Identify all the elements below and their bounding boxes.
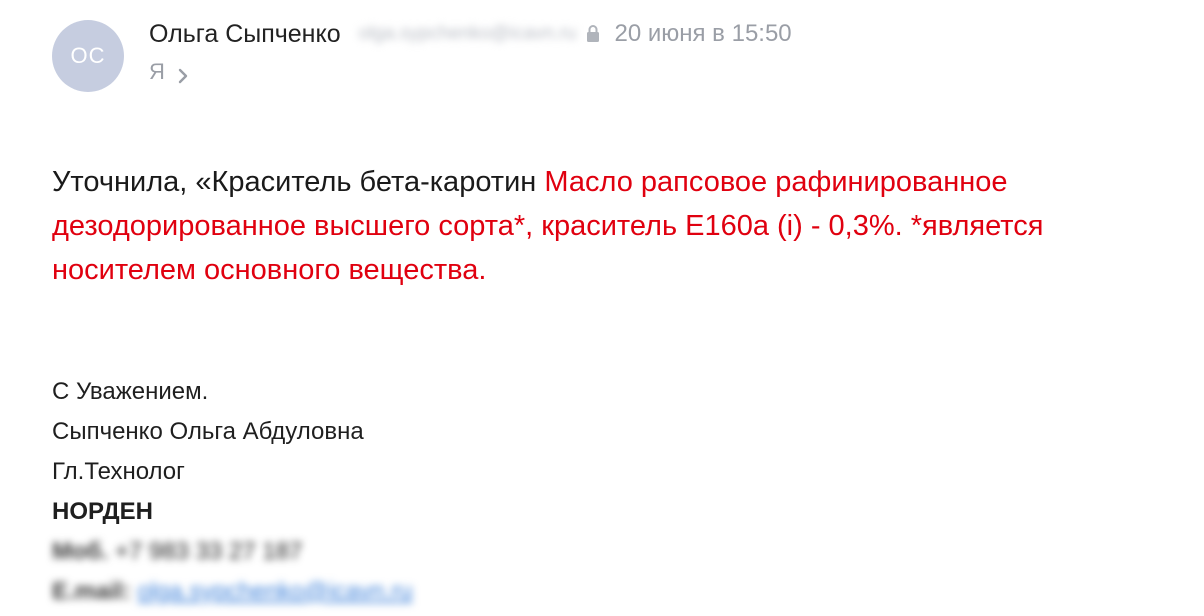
avatar[interactable]: ОС [52, 20, 124, 92]
signature-mobile-value[interactable]: +7 983 33 27 187 [115, 538, 303, 565]
lock-icon [586, 23, 600, 45]
sender-email[interactable]: olga.sypchenko@icavn.ru [359, 23, 577, 45]
signature-mobile: Моб. +7 983 33 27 187 [52, 532, 413, 572]
signature: С Уважением. Сыпченко Ольга Абдуловна Гл… [52, 372, 413, 612]
sender-name[interactable]: Ольга Сыпченко [149, 20, 341, 49]
chevron-right-icon [177, 64, 189, 84]
signature-mobile-label: Моб. [52, 538, 109, 565]
message-date: 20 июня в 15:50 [614, 20, 792, 47]
signature-position: Гл.Технолог [52, 458, 185, 485]
signature-email-label: E.mail: [52, 578, 131, 605]
message-body: Уточнила, «Краситель бета-каротин Масло … [52, 160, 1172, 292]
message-intro: Уточнила, «Краситель бета-каротин [52, 166, 545, 198]
signature-company: НОРДЕН [52, 498, 153, 525]
signature-email: E.mail: olga.sypchenko@icavn.ru [52, 572, 413, 612]
signature-full-name: Сыпченко Ольга Абдуловна [52, 418, 364, 445]
signature-email-link[interactable]: olga.sypchenko@icavn.ru [137, 578, 412, 605]
recipient-toggle[interactable]: Я [149, 56, 189, 88]
signature-greeting: С Уважением. [52, 378, 209, 405]
avatar-initials: ОС [70, 43, 106, 68]
message-header: Ольга Сыпченко olga.sypchenko@icavn.ru 2… [149, 16, 792, 52]
recipient-label: Я [149, 59, 165, 84]
